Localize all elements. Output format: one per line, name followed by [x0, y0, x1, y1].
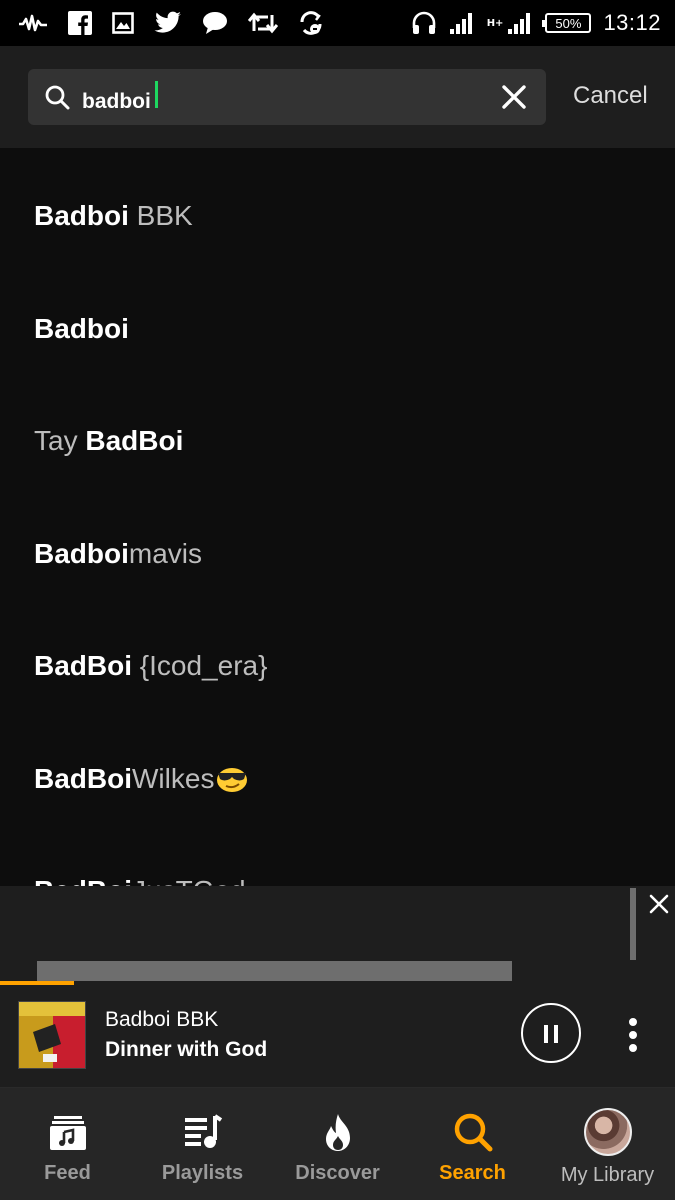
flame-icon: [325, 1114, 350, 1151]
nav-feed-label: Feed: [44, 1162, 91, 1184]
suggestion-item[interactable]: BadBoiWilkes: [34, 763, 249, 795]
clear-search-icon[interactable]: [500, 83, 528, 111]
ad-divider: [630, 888, 636, 960]
clock: 13:12: [603, 10, 661, 35]
search-field[interactable]: badboi: [28, 69, 546, 125]
ad-banner[interactable]: [0, 886, 675, 981]
chat-icon: [203, 12, 227, 34]
suggestion-item[interactable]: Badboi BBK: [34, 200, 193, 232]
nav-library-label: My Library: [560, 1164, 655, 1186]
suggestion-rest: BBK: [128, 200, 193, 231]
facebook-icon: [68, 11, 92, 35]
nav-search[interactable]: Search: [405, 1088, 540, 1200]
search-input[interactable]: badboi: [82, 80, 158, 114]
search-query-text: badboi: [82, 89, 151, 113]
suggestion-item[interactable]: BadBoi {Icod_era}: [34, 650, 267, 682]
nav-playlists[interactable]: Playlists: [135, 1088, 270, 1200]
search-suggestions-list: Badboi BBK Badboi Tay BadBoi Badboimavis…: [0, 148, 675, 888]
search-header: badboi Cancel: [0, 46, 675, 148]
suggestion-match: BadBoi: [34, 763, 132, 794]
battery-indicator: 50%: [542, 13, 592, 33]
nav-playlists-label: Playlists: [161, 1162, 244, 1184]
suggestion-match: Badboi: [34, 538, 129, 569]
sync-icon: [300, 11, 322, 35]
mini-player[interactable]: Badboi BBK Dinner with God: [0, 981, 675, 1088]
suggestion-match: BadBoi: [34, 650, 132, 681]
nav-search-label: Search: [439, 1162, 506, 1184]
avatar: [583, 1108, 632, 1156]
ad-placeholder-bar: [37, 961, 512, 981]
nav-discover[interactable]: Discover: [270, 1088, 405, 1200]
more-options-icon[interactable]: [628, 1018, 638, 1052]
player-track-title: Dinner with God: [105, 1038, 268, 1061]
suggestion-item[interactable]: Badboimavis: [34, 538, 202, 570]
playlists-icon: [184, 1114, 222, 1148]
nav-feed[interactable]: Feed: [0, 1088, 135, 1200]
twitter-icon: [154, 11, 181, 33]
image-icon: [112, 12, 134, 34]
search-icon: [454, 1113, 492, 1152]
search-icon: [45, 85, 70, 110]
player-artist: Badboi BBK: [105, 1008, 219, 1031]
artwork-image: [19, 1002, 85, 1068]
feed-icon: [49, 1116, 86, 1150]
retweet-icon: [248, 12, 278, 34]
suggestion-match: BadBoi: [85, 425, 184, 456]
notification-icons: [18, 10, 324, 36]
status-bar: H+ 50% 13:12: [0, 0, 675, 46]
text-caret: [154, 80, 158, 108]
nav-discover-label: Discover: [295, 1162, 380, 1184]
signal-icon-2: [508, 13, 531, 34]
bottom-navigation: Feed Playlists Discover Search My Librar…: [0, 1088, 675, 1200]
system-status: H+ 50% 13:12: [411, 10, 661, 36]
suggestion-prefix: Tay: [34, 425, 86, 456]
pause-button[interactable]: [521, 1003, 581, 1063]
suggestion-match: Badboi: [34, 313, 129, 344]
suggestion-rest: mavis: [128, 538, 203, 569]
suggestion-rest: {Icod_era}: [132, 650, 268, 681]
suggestion-match: Badboi: [34, 200, 129, 231]
close-ad-icon[interactable]: [647, 892, 671, 916]
audiomack-icon: [19, 14, 47, 32]
headphones-icon: [412, 11, 435, 34]
cancel-button[interactable]: Cancel: [573, 82, 648, 110]
suggestion-rest: Wilkes: [132, 763, 215, 794]
suggestion-item[interactable]: Badboi: [34, 313, 129, 345]
network-type: H+: [486, 17, 504, 29]
cool-face-emoji: [217, 768, 248, 792]
nav-my-library[interactable]: My Library: [540, 1088, 675, 1200]
suggestion-item[interactable]: Tay BadBoi: [34, 425, 183, 457]
signal-icon: [449, 13, 472, 34]
playback-progress: [0, 981, 75, 985]
album-artwork[interactable]: [18, 1001, 86, 1069]
